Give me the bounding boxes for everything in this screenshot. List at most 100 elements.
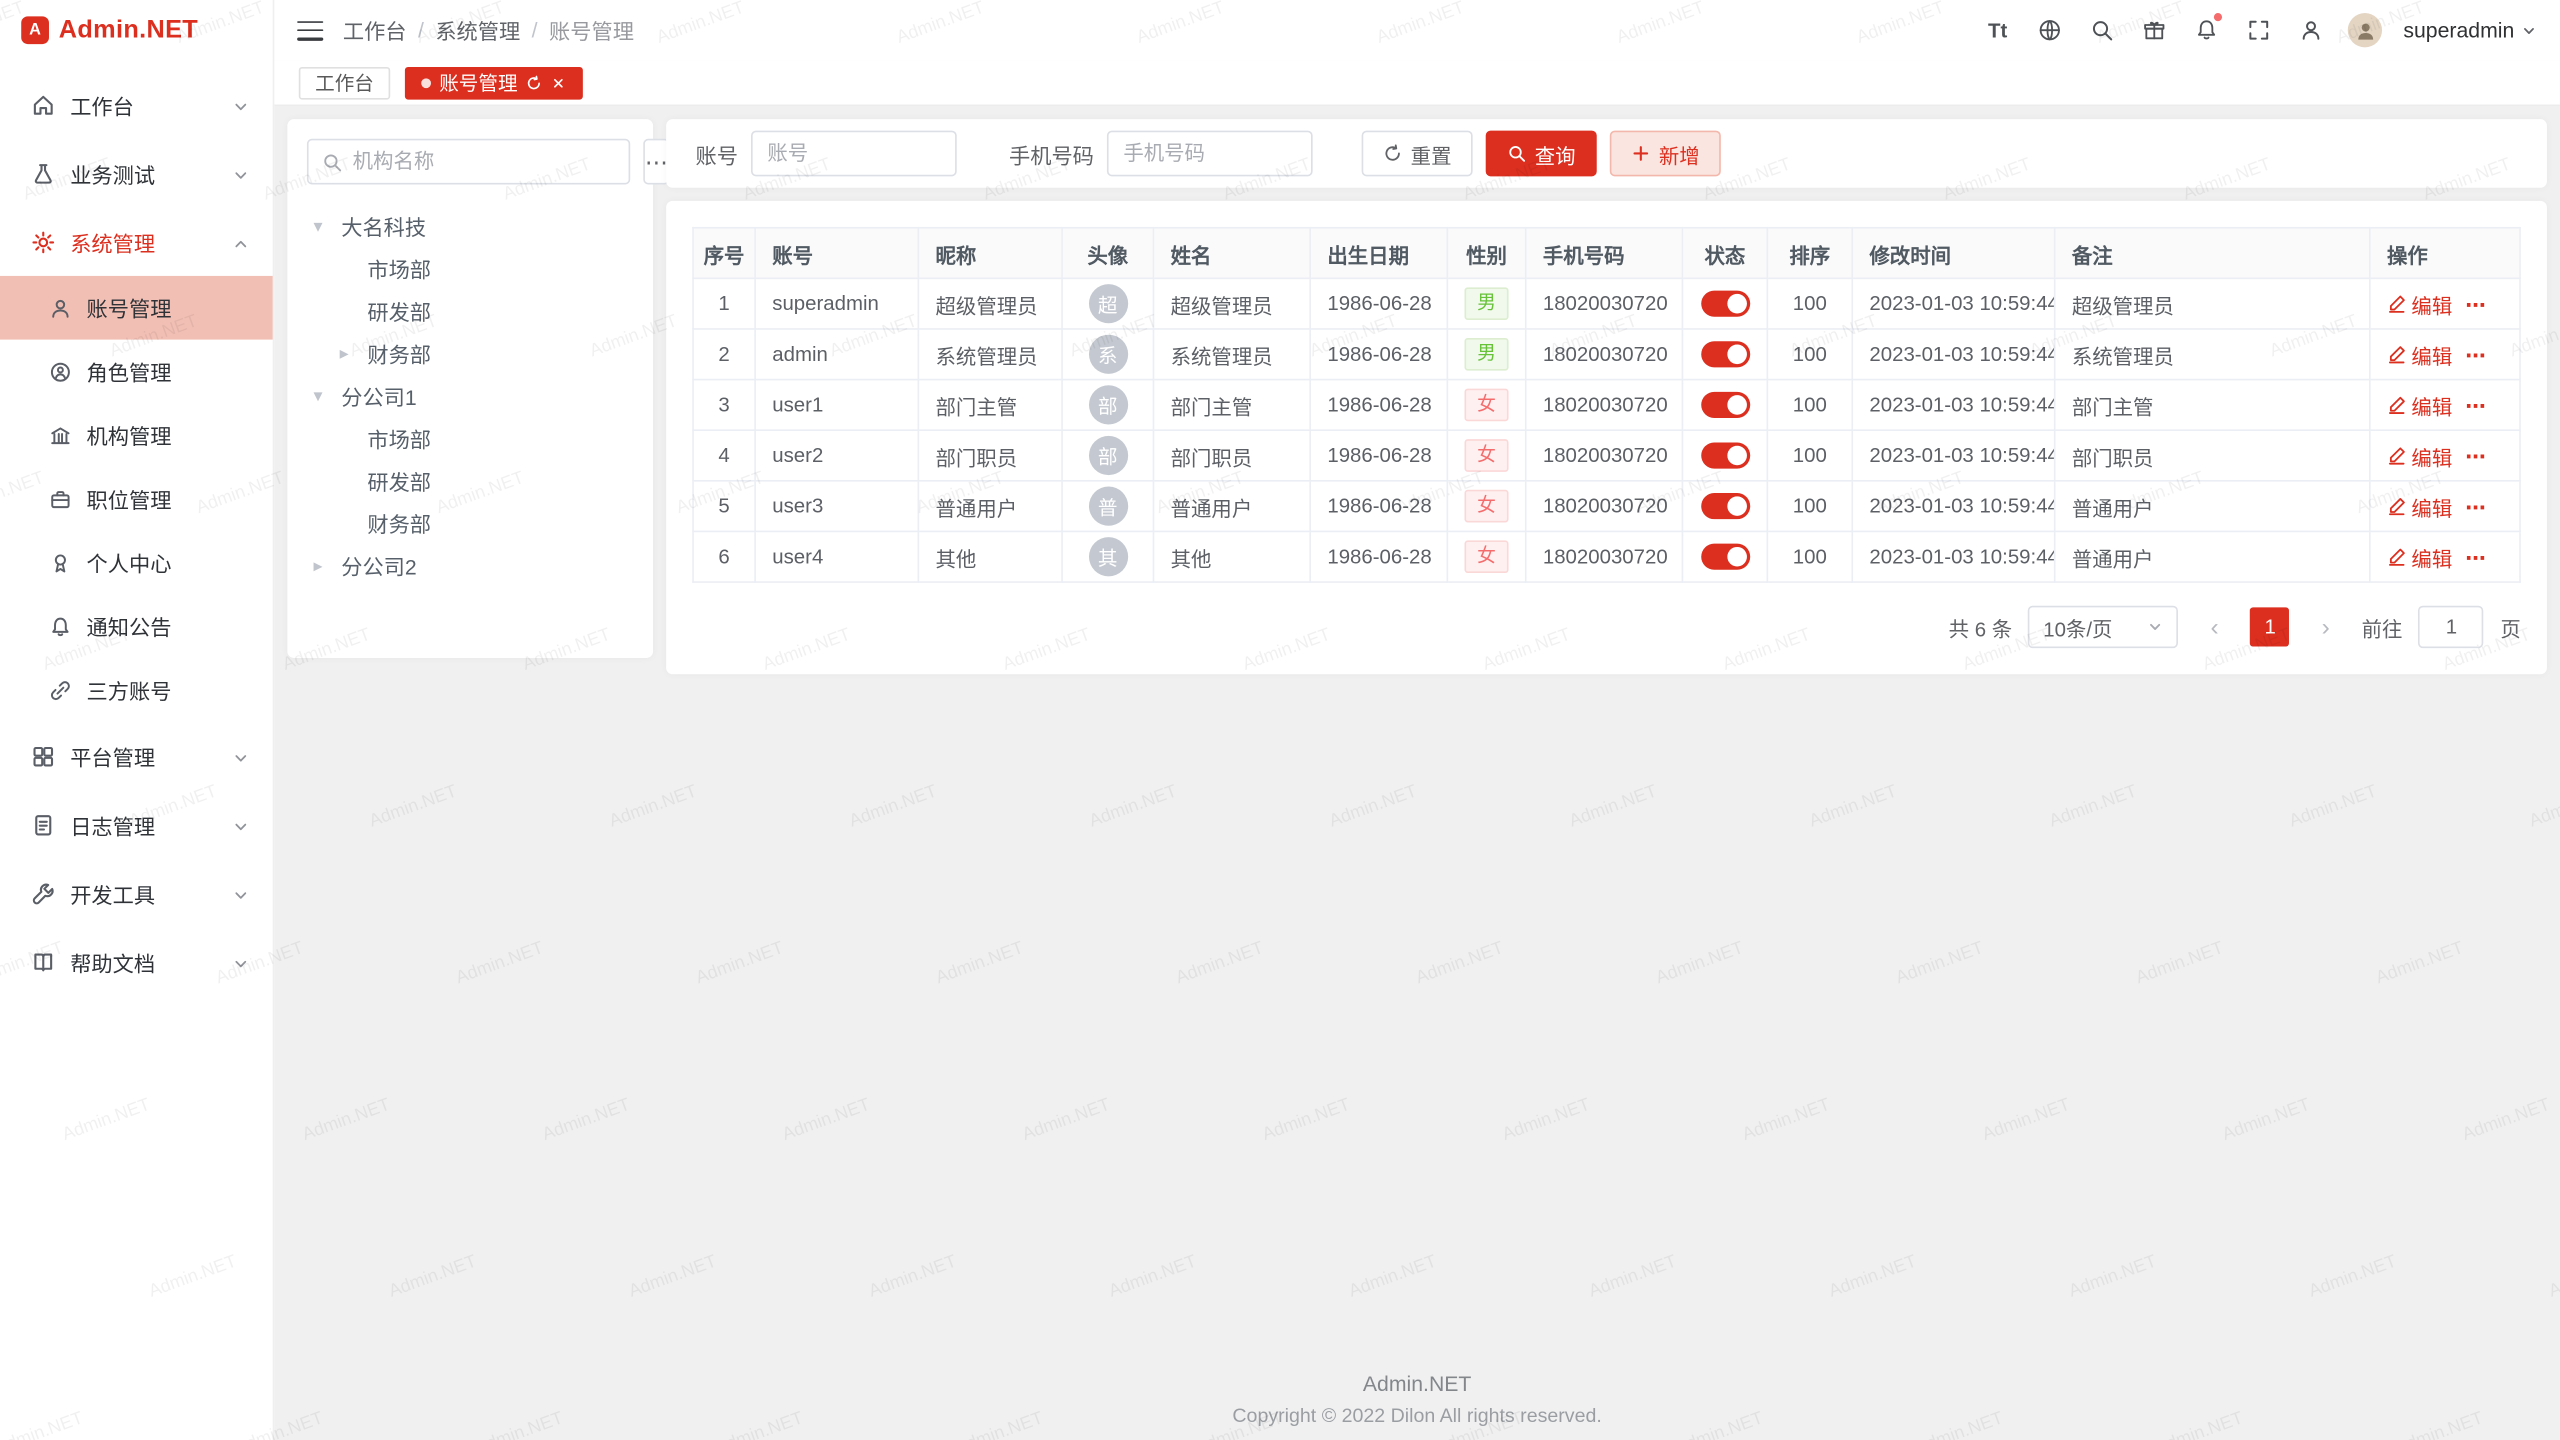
add-button[interactable]: 新增 [1610, 131, 1721, 177]
breadcrumb: 工作台 / 系统管理 / 账号管理 [343, 15, 634, 46]
chevron-down-icon [232, 164, 250, 182]
fullscreen-icon[interactable] [2243, 15, 2274, 46]
phone-filter-label: 手机号码 [1009, 138, 1094, 169]
bell-icon[interactable] [2191, 15, 2222, 46]
status-toggle[interactable] [1700, 341, 1749, 367]
org-search-input[interactable] [353, 150, 616, 173]
breadcrumb-item[interactable]: 工作台 [343, 15, 407, 46]
status-toggle[interactable] [1700, 442, 1749, 468]
edit-icon [2387, 294, 2407, 314]
sidebar-item-label: 通知公告 [87, 611, 250, 642]
goto-page-input[interactable] [2419, 606, 2484, 648]
logo[interactable]: A Admin.NET [0, 0, 273, 60]
cell-remark: 超级管理员 [2055, 278, 2370, 329]
status-toggle[interactable] [1700, 493, 1749, 519]
account-filter-input[interactable] [751, 131, 957, 177]
more-actions-icon[interactable]: ⋯ [2465, 342, 2487, 366]
tab-workbench[interactable]: 工作台 [299, 66, 390, 99]
tree-node[interactable]: 市场部 [307, 247, 634, 289]
more-actions-icon[interactable]: ⋯ [2465, 393, 2487, 417]
cell-phone: 18020030720 [1526, 380, 1683, 431]
status-toggle[interactable] [1700, 291, 1749, 317]
col-header-ops: 操作 [2370, 228, 2520, 279]
next-page-button[interactable]: › [2306, 607, 2345, 646]
edit-button[interactable]: 编辑 [2387, 541, 2452, 572]
cell-modified: 2023-01-03 10:59:44 [1852, 481, 2054, 532]
edit-button[interactable]: 编辑 [2387, 389, 2452, 420]
sidebar-item-third-party[interactable]: 三方账号 [0, 658, 273, 722]
close-icon[interactable] [550, 74, 566, 90]
edit-button[interactable]: 编辑 [2387, 288, 2452, 319]
edit-button[interactable]: 编辑 [2387, 440, 2452, 471]
cell-birthday: 1986-06-28 [1310, 531, 1447, 582]
sidebar-item-workbench[interactable]: 工作台 [0, 70, 273, 139]
sidebar-item-log-mgmt[interactable]: 日志管理 [0, 790, 273, 859]
edit-label: 编辑 [2411, 491, 2452, 522]
sidebar-item-system-mgmt[interactable]: 系统管理 [0, 207, 273, 276]
phone-filter-input[interactable] [1107, 131, 1313, 177]
caret-down-icon[interactable]: ▾ [313, 215, 341, 236]
caret-right-icon[interactable]: ▸ [340, 342, 368, 363]
sidebar-item-platform-mgmt[interactable]: 平台管理 [0, 722, 273, 791]
org-tree-panel: ⋯ ▾大名科技 市场部 研发部 ▸财务部 ▾分公司1 市场部 研发部 财务部 ▸… [287, 119, 653, 658]
more-actions-icon[interactable]: ⋯ [2465, 544, 2487, 568]
menu-collapse-icon[interactable] [297, 20, 323, 40]
tab-account-mgmt[interactable]: 账号管理 [405, 66, 583, 99]
status-toggle[interactable] [1700, 392, 1749, 418]
notification-badge [2214, 13, 2222, 21]
prev-page-button[interactable]: ‹ [2195, 607, 2234, 646]
tree-node[interactable]: ▸财务部 [307, 331, 634, 373]
org-search-field[interactable] [307, 139, 630, 185]
table-row: 2 admin 系统管理员 系 系统管理员 1986-06-28 男 18020… [693, 329, 2520, 380]
refresh-icon[interactable] [526, 74, 542, 90]
user-icon[interactable] [2296, 15, 2327, 46]
sidebar-item-notice[interactable]: 通知公告 [0, 594, 273, 658]
cell-modified: 2023-01-03 10:59:44 [1852, 278, 2054, 329]
gift-icon[interactable] [2139, 15, 2170, 46]
cell-phone: 18020030720 [1526, 481, 1683, 532]
caret-right-icon[interactable]: ▸ [313, 554, 341, 575]
more-actions-icon[interactable]: ⋯ [2465, 443, 2487, 467]
language-icon[interactable] [2034, 15, 2065, 46]
breadcrumb-item[interactable]: 系统管理 [435, 15, 520, 46]
row-avatar: 超 [1088, 284, 1127, 323]
sidebar-item-business-test[interactable]: 业务测试 [0, 139, 273, 208]
search-icon[interactable] [2087, 15, 2118, 46]
cell-nickname: 超级管理员 [918, 278, 1062, 329]
more-actions-icon[interactable]: ⋯ [2465, 494, 2487, 518]
tree-node[interactable]: 研发部 [307, 289, 634, 331]
edit-icon [2387, 446, 2407, 466]
edit-button[interactable]: 编辑 [2387, 339, 2452, 370]
page-number-current[interactable]: 1 [2251, 607, 2290, 646]
page-size-select[interactable]: 10条/页 [2029, 606, 2179, 648]
briefcase-icon [49, 487, 72, 510]
sidebar-item-account-mgmt[interactable]: 账号管理 [0, 276, 273, 340]
edit-button[interactable]: 编辑 [2387, 491, 2452, 522]
sidebar-item-label: 账号管理 [87, 292, 250, 323]
caret-down-icon[interactable]: ▾ [313, 384, 341, 405]
sidebar-item-dev-tools[interactable]: 开发工具 [0, 859, 273, 928]
avatar[interactable] [2348, 13, 2382, 47]
tree-node[interactable]: 财务部 [307, 501, 634, 543]
tree-node-label: 市场部 [367, 252, 431, 283]
chevron-down-icon [232, 96, 250, 114]
table-row: 3 user1 部门主管 部 部门主管 1986-06-28 女 1802003… [693, 380, 2520, 431]
sidebar-item-role-mgmt[interactable]: 角色管理 [0, 340, 273, 404]
tree-node[interactable]: 研发部 [307, 459, 634, 501]
sidebar-item-position-mgmt[interactable]: 职位管理 [0, 467, 273, 531]
tree-node[interactable]: ▾分公司1 [307, 374, 634, 416]
sidebar-item-help-docs[interactable]: 帮助文档 [0, 927, 273, 996]
tree-node[interactable]: 市场部 [307, 416, 634, 458]
sidebar-item-org-mgmt[interactable]: 机构管理 [0, 403, 273, 467]
more-actions-icon[interactable]: ⋯ [2465, 291, 2487, 315]
sidebar-item-personal-center[interactable]: 个人中心 [0, 531, 273, 595]
col-header-avatar: 头像 [1062, 228, 1153, 279]
reset-button[interactable]: 重置 [1362, 131, 1473, 177]
query-button[interactable]: 查询 [1486, 131, 1597, 177]
user-menu[interactable]: superadmin [2403, 18, 2537, 42]
table-header-row: 序号 账号 昵称 头像 姓名 出生日期 性别 手机号码 状态 排序 修改时间 [693, 228, 2520, 279]
status-toggle[interactable] [1700, 544, 1749, 570]
tree-node[interactable]: ▸分公司2 [307, 544, 634, 586]
tree-node[interactable]: ▾大名科技 [307, 204, 634, 246]
font-size-icon[interactable]: Tt [1982, 15, 2013, 46]
